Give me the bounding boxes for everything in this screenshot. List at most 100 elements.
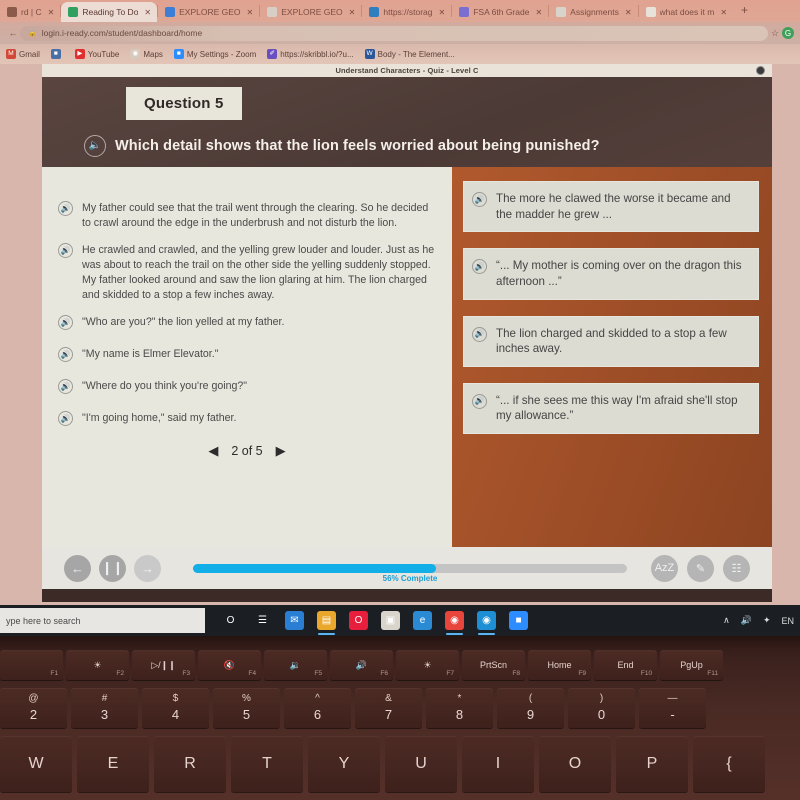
tab-close-icon[interactable]: ✕ [144, 8, 151, 17]
browser-tab[interactable]: what does it m ✕ [639, 2, 734, 22]
bookmark-item[interactable]: ■ My Settings - Zoom [173, 49, 256, 59]
answer-choice[interactable]: 🔊 The more he clawed the worse it became … [463, 181, 759, 233]
tab-close-icon[interactable]: ✕ [535, 8, 542, 17]
key-5[interactable]: % 5 [213, 688, 280, 728]
key-F10[interactable]: End F10 [593, 650, 658, 681]
bookmark-item[interactable]: ✐ https://skribbl.io/?u... [267, 49, 354, 59]
tab-close-icon[interactable]: ✕ [48, 8, 55, 17]
key-F9[interactable]: Home F9 [527, 650, 592, 681]
answer-choice[interactable]: 🔊 The lion charged and skidded to a stop … [463, 315, 759, 367]
speaker-icon[interactable]: 🔊 [472, 326, 487, 342]
key-6[interactable]: ^ 6 [284, 688, 351, 728]
back-icon[interactable]: ← [6, 28, 20, 38]
answer-choice[interactable]: 🔊 “... if she sees me this way I'm afraid… [463, 382, 759, 435]
key-F1[interactable]: F1 [0, 650, 64, 681]
key-T[interactable]: T [231, 736, 303, 792]
key-Y[interactable]: Y [308, 736, 380, 792]
key-7[interactable]: & 7 [355, 688, 422, 728]
key-9[interactable]: (9 [497, 688, 564, 728]
show-hidden-icons[interactable]: ∧ [723, 615, 730, 626]
tab-close-icon[interactable]: ✕ [625, 8, 632, 17]
key-U[interactable]: U [385, 736, 457, 792]
taskbar-chrome-icon[interactable]: ◉ [445, 611, 464, 635]
new-tab-button[interactable]: + [733, 3, 756, 19]
key-F7[interactable]: ☀ F7 [395, 650, 460, 681]
taskbar-store-icon[interactable]: ▣ [381, 611, 400, 630]
taskbar-mail-icon[interactable]: ✉ [285, 611, 304, 630]
notepad-tool[interactable]: ☷ [723, 554, 750, 582]
browser-tab[interactable]: Reading To Do ✕ [61, 2, 158, 22]
taskbar-file-explorer-icon[interactable]: ▤ [317, 611, 336, 635]
taskbar-skype-icon[interactable]: ◉ [477, 611, 496, 635]
speaker-icon[interactable]: 🔊 [58, 243, 73, 259]
bookmark-item[interactable]: ■ [50, 49, 64, 59]
tab-close-icon[interactable]: ✕ [720, 8, 727, 17]
speaker-icon[interactable]: 🔊 [472, 393, 487, 409]
speaker-icon[interactable]: 🔊 [58, 315, 73, 331]
bookmark-item[interactable]: W Body - The Element... [364, 49, 455, 59]
key-F8[interactable]: PrtScn F8 [461, 650, 526, 681]
bookmark-item[interactable]: ▶ YouTube [74, 49, 119, 59]
key-F3[interactable]: ▷/❙❙ F3 [131, 650, 196, 681]
speaker-icon[interactable]: 🔊 [472, 192, 487, 207]
speaker-icon[interactable]: 🔊 [472, 259, 487, 275]
back-button[interactable]: ← [64, 554, 91, 582]
key-P[interactable]: P [616, 736, 688, 792]
volume-icon[interactable]: 🔊 [741, 615, 752, 626]
taskbar-cortana-icon[interactable]: O [221, 611, 240, 630]
browser-tab[interactable]: FSA 6th Grade ✕ [452, 2, 548, 22]
pager-next-button[interactable]: ▶ [276, 443, 286, 459]
avatar[interactable]: G [782, 27, 794, 39]
speaker-icon[interactable]: 🔈 [84, 135, 106, 157]
key-F4[interactable]: 🔇 F4 [197, 650, 262, 681]
key-W[interactable]: W [0, 736, 72, 792]
answer-choice[interactable]: 🔊 “... My mother is coming over on the dr… [463, 248, 759, 300]
speaker-icon[interactable]: 🔊 [58, 379, 73, 395]
browser-tab[interactable]: EXPLORE GEO ✕ [260, 2, 361, 22]
key-3[interactable]: #3 [71, 688, 138, 728]
forward-button[interactable]: → [134, 554, 161, 582]
pause-button[interactable]: ❙❙ [99, 554, 126, 582]
key-{[interactable]: { [693, 736, 765, 792]
speaker-icon[interactable]: 🔊 [58, 347, 73, 363]
browser-tab[interactable]: rd | C ✕ [0, 2, 60, 22]
search-input[interactable]: ype here to search [0, 608, 205, 633]
bookmark-favicon-icon: W [364, 49, 375, 59]
key-F2[interactable]: ☀ F2 [65, 650, 130, 681]
speaker-icon[interactable]: 🔊 [58, 201, 73, 216]
key-R[interactable]: R [154, 736, 226, 792]
tab-close-icon[interactable]: ✕ [439, 8, 446, 17]
taskbar-edge-icon[interactable]: e [413, 611, 432, 630]
key-F5[interactable]: 🔉 F5 [263, 650, 328, 681]
key-O[interactable]: O [539, 736, 611, 792]
pager-prev-button[interactable]: ◀ [208, 443, 218, 459]
key--[interactable]: — - [639, 688, 706, 728]
close-icon[interactable] [756, 66, 765, 75]
address-bar[interactable]: 🔒 login.i-ready.com/student/dashboard/ho… [20, 25, 768, 41]
language-indicator[interactable]: EN [781, 616, 794, 626]
taskbar-zoom-icon[interactable]: ■ [509, 611, 528, 630]
key-F6[interactable]: 🔊 F6 [329, 650, 394, 681]
browser-tab[interactable]: Assignments ✕ [549, 2, 637, 22]
key-8[interactable]: * 8 [426, 688, 493, 728]
bookmark-item[interactable]: M Gmail [6, 49, 40, 59]
key-F11[interactable]: PgUp F11 [659, 650, 724, 681]
key-4[interactable]: $4 [142, 688, 209, 728]
dictionary-tool[interactable]: AzZ [651, 554, 678, 582]
bluetooth-icon[interactable]: ✦ [763, 615, 771, 626]
key-2[interactable]: @2 [0, 688, 67, 728]
tab-close-icon[interactable]: ✕ [349, 8, 356, 17]
key-fn-label: F4 [248, 669, 257, 678]
browser-tab[interactable]: EXPLORE GEO ✕ [158, 2, 259, 22]
taskbar-opera-icon[interactable]: O [349, 611, 368, 630]
highlighter-tool[interactable]: ✎ [687, 554, 714, 582]
speaker-icon[interactable]: 🔊 [58, 411, 73, 427]
bookmark-item[interactable]: ◉ Maps [130, 49, 163, 59]
key-I[interactable]: I [462, 736, 534, 792]
key-E[interactable]: E [77, 736, 149, 792]
key-0[interactable]: ) 0 [568, 688, 635, 728]
bookmark-star-icon[interactable]: ☆ [768, 28, 782, 39]
taskbar-task-view-icon[interactable]: ☰ [253, 611, 272, 630]
tab-close-icon[interactable]: ✕ [247, 8, 254, 17]
browser-tab[interactable]: https://storag ✕ [362, 2, 451, 22]
